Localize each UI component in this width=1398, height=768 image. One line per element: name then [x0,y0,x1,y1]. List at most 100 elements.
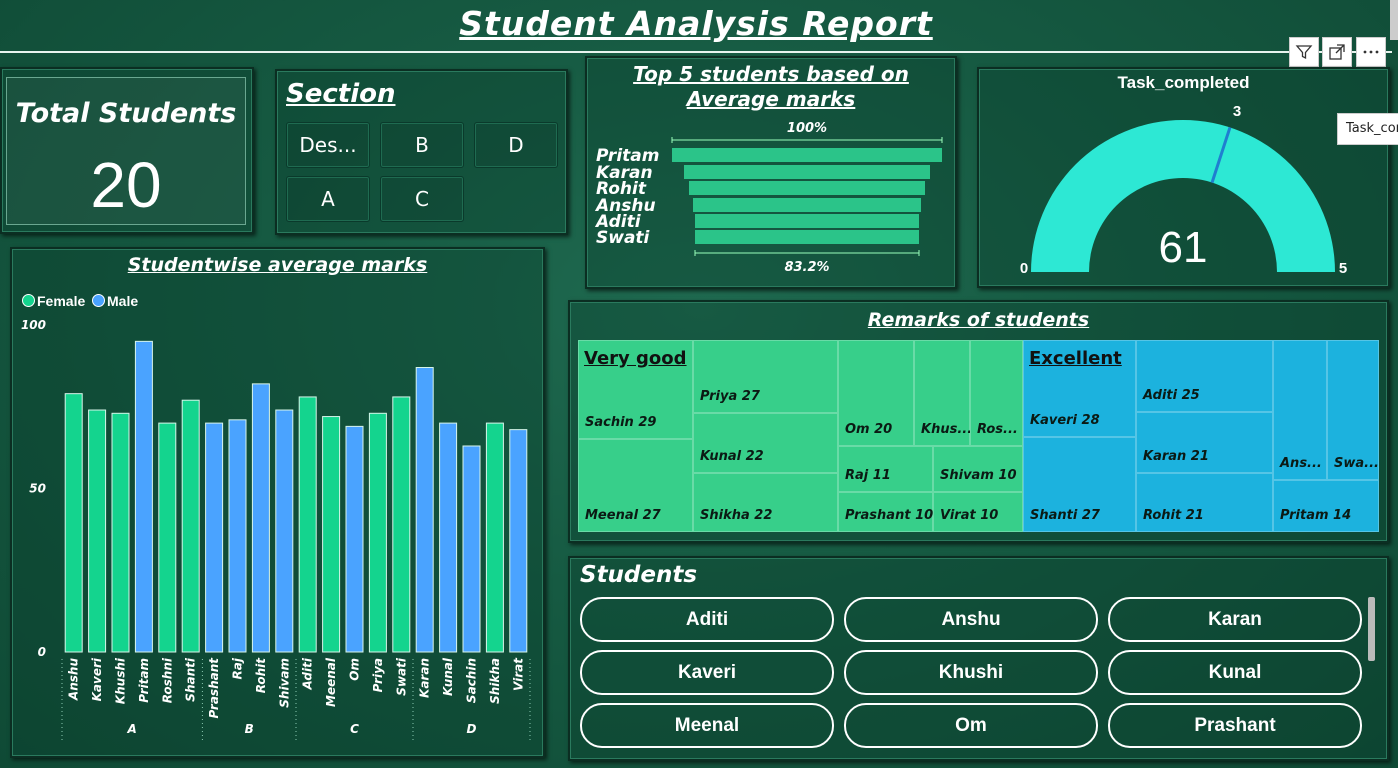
funnel-bar-swati[interactable] [695,230,919,244]
students-slicer: Students Aditi Anshu Karan Kaveri Khushi… [568,556,1389,761]
bar-pritam[interactable] [134,340,153,653]
gauge-min-label: 0 [1020,260,1028,277]
treemap-cell[interactable]: Rohit 21 [1136,473,1273,532]
bar-kaveri[interactable] [88,409,107,653]
treemap-cell[interactable]: Shikha 22 [693,473,838,532]
gauge-max-label: 5 [1339,260,1347,277]
student-option-kaveri[interactable]: Kaveri [580,650,834,695]
y-tick-label: 50 [29,482,46,496]
x-tick-label: Raj [231,657,245,679]
funnel-bar-anshu[interactable] [693,198,921,212]
task-completed-gauge: Task_completed 61 0 5 3 [977,67,1390,288]
bar-shanti[interactable] [181,399,200,653]
bar-roshni[interactable] [158,422,177,653]
student-option-khushi[interactable]: Khushi [844,650,1098,695]
funnel-top-percent: 100% [786,121,828,136]
student-option-karan[interactable]: Karan [1108,597,1362,642]
group-label: A [127,722,137,736]
more-options-icon[interactable] [1356,37,1386,67]
treemap-cell[interactable]: Om 20 [838,340,914,446]
section-option-a[interactable]: A [286,176,370,222]
bar-anshu[interactable] [64,393,83,653]
x-tick-label: Swati [394,657,408,696]
section-option-b[interactable]: B [380,122,464,168]
treemap-cell[interactable]: Swa... [1327,340,1379,480]
window-scrollbar[interactable] [1390,0,1398,40]
funnel-bar-rohit[interactable] [689,181,925,195]
section-option-c[interactable]: C [380,176,464,222]
student-option-meenal[interactable]: Meenal [580,703,834,748]
bar-priya[interactable] [368,412,387,653]
bar-raj[interactable] [228,419,247,653]
bar-meenal[interactable] [322,416,341,653]
bar-sachin[interactable] [462,445,481,653]
bar-kunal[interactable] [439,422,458,653]
treemap-cell[interactable]: Ans... [1273,340,1327,480]
treemap-cell[interactable]: Shivam 10 [933,446,1023,492]
bar-rohit[interactable] [251,383,270,653]
bar-shikha[interactable] [485,422,504,653]
bar-swati[interactable] [392,396,411,653]
student-option-kunal[interactable]: Kunal [1108,650,1362,695]
gauge-target-label: 3 [1233,103,1241,120]
bar-virat[interactable] [509,429,528,653]
x-tick-label: Karan [418,658,432,698]
funnel-bottom-percent: 83.2% [784,260,830,275]
bar-khushi[interactable] [111,412,130,653]
x-tick-label: Sachin [465,658,479,703]
bar-aditi[interactable] [298,396,317,653]
treemap-cell[interactable]: Meenal 27 [578,439,693,532]
x-tick-label: Shikha [488,658,502,704]
remarks-title: Remarks of students [867,309,1090,331]
section-option-des[interactable]: Des... [286,122,370,168]
treemap-group-excellent: Excellent [1029,348,1122,369]
group-label: B [245,722,254,736]
section-slicer: Section Des... B D A C [275,69,568,235]
funnel-top-bracket [671,137,943,143]
bar-chart-plot[interactable]: 0 50 100 Anshu Kaveri Khushi Pritam Roshni Shant… [12,249,543,756]
x-tick-label: Om [348,658,362,681]
treemap-cell[interactable]: Ros... [970,340,1023,446]
gauge-chart[interactable]: 61 0 5 3 [979,69,1388,286]
x-tick-label: Kaveri [90,657,104,701]
bar-prashant[interactable] [205,422,224,653]
studentwise-bar-chart: Studentwise average marks Female Male 05… [10,247,545,758]
y-tick-label: 100 [21,318,46,332]
treemap-cell[interactable]: Karan 21 [1136,412,1273,473]
remarks-treemap: Remarks of students Sachin 29 Meenal 27 … [568,300,1389,543]
total-students-value: 20 [90,149,162,221]
x-tick-label: Shivam [277,658,291,708]
section-option-d[interactable]: D [474,122,558,168]
treemap-cell[interactable]: Virat 10 [933,492,1023,532]
x-tick-label: Meenal [324,657,338,707]
group-label: C [350,722,359,736]
treemap-group-very-good: Very good [584,348,687,369]
students-scrollbar[interactable] [1368,597,1375,661]
treemap-cell[interactable]: Aditi 25 [1136,340,1273,412]
bar-om[interactable] [345,425,364,653]
expand-icon[interactable] [1322,37,1352,67]
treemap-cell[interactable]: Pritam 14 [1273,480,1379,532]
bar-shivam[interactable] [275,409,294,653]
treemap-area: Sachin 29 Meenal 27 Priya 27 Kunal 22 Sh… [578,340,1379,532]
treemap-cell[interactable]: Prashant 10 [838,492,933,532]
funnel-bar-karan[interactable] [684,165,930,179]
filter-icon[interactable] [1289,37,1319,67]
student-option-om[interactable]: Om [844,703,1098,748]
students-slicer-title: Students [580,562,698,588]
student-option-aditi[interactable]: Aditi [580,597,834,642]
student-option-anshu[interactable]: Anshu [844,597,1098,642]
treemap-cell[interactable]: Kunal 22 [693,413,838,473]
student-option-prashant[interactable]: Prashant [1108,703,1362,748]
treemap-cell[interactable]: Shanti 27 [1023,437,1136,532]
funnel-bar-pritam[interactable] [672,148,942,162]
total-students-card: Total Students 20 [0,67,254,234]
treemap-cell[interactable]: Priya 27 [693,340,838,413]
funnel-bar-aditi[interactable] [695,214,919,228]
treemap-cell[interactable]: Khus... [914,340,972,446]
title-divider [0,51,1392,53]
funnel-label: Swati [596,228,650,248]
bar-karan[interactable] [415,367,434,653]
top5-funnel-chart: Top 5 students based on Average marks 10… [585,56,957,289]
treemap-cell[interactable]: Raj 11 [838,446,933,492]
